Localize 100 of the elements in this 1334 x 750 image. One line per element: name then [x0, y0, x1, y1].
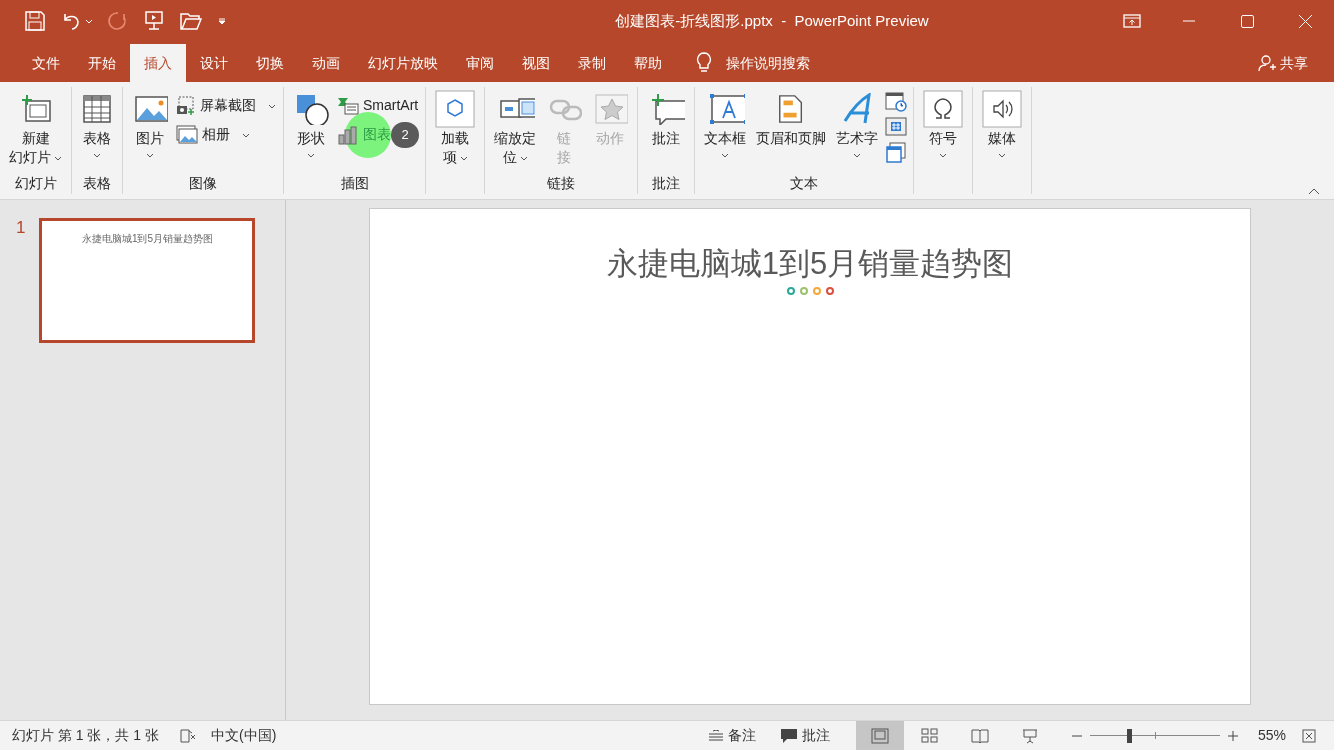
caret-icon: [93, 152, 101, 158]
slide-number-icon: [885, 116, 908, 138]
caret-icon: [307, 152, 315, 158]
step-badge: 2: [391, 122, 419, 148]
group-label: 插图: [340, 173, 369, 193]
group-label: 表格: [83, 173, 111, 193]
collapse-ribbon-icon[interactable]: [1308, 187, 1320, 195]
group-label: 幻灯片: [14, 173, 57, 193]
ribbon-tab[interactable]: 帮助: [620, 44, 676, 82]
ribbon-tab[interactable]: 动画: [298, 44, 354, 82]
caret-icon: [519, 155, 528, 161]
ribbon-button[interactable]: 文本框: [700, 87, 751, 172]
new-slide-icon: [19, 93, 52, 125]
ribbon-tab[interactable]: 录制: [564, 44, 620, 82]
caret-icon: [146, 152, 154, 158]
caret-icon: [54, 155, 62, 161]
ribbon-tab[interactable]: 文件: [18, 44, 74, 82]
search-field[interactable]: 操作说明搜索: [726, 52, 810, 74]
ribbon-icon-button[interactable]: [884, 89, 909, 113]
ribbon-button[interactable]: 媒体: [978, 87, 1027, 172]
thumbnail-title: 永捷电脑城1到5月销量趋势图: [81, 232, 214, 246]
picture-icon: [132, 93, 168, 125]
comment-icon: [779, 727, 798, 744]
view-button[interactable]: [855, 721, 904, 750]
photo-album-icon: [176, 124, 198, 145]
notes-button[interactable]: 备注: [708, 725, 756, 746]
group-label: 文本: [790, 173, 819, 193]
star-icon: [592, 93, 629, 125]
presentation-icon: [143, 10, 165, 32]
ribbon-button[interactable]: 新建 幻灯片: [5, 87, 66, 172]
zoom-in-icon[interactable]: [1227, 730, 1238, 741]
zoom-level[interactable]: 55%: [1257, 725, 1286, 746]
redo-icon: [107, 10, 129, 32]
slide-title: 永捷电脑城1到5月销量趋势图: [606, 245, 1014, 283]
minimize-icon: [1183, 20, 1195, 22]
ribbon-button[interactable]: 页眉和页脚: [752, 87, 831, 172]
caret-icon: [242, 132, 250, 138]
object-icon: [885, 142, 908, 164]
person-icon: [1258, 54, 1276, 72]
group-label: 图像: [189, 173, 217, 193]
ribbon-icon-button[interactable]: [884, 115, 909, 139]
comments-button[interactable]: 批注: [779, 725, 830, 746]
share-button[interactable]: 共享: [1258, 44, 1308, 82]
slide-canvas[interactable]: 永捷电脑城1到5月销量趋势图: [369, 208, 1251, 705]
ribbon-tab[interactable]: 切换: [242, 44, 298, 82]
close-icon: [1298, 14, 1312, 28]
ribbon-button[interactable]: 图片: [128, 87, 172, 172]
slide-thumbnail[interactable]: 永捷电脑城1到5月销量趋势图: [39, 218, 256, 343]
caret-icon: [85, 18, 93, 24]
ribbon-tab[interactable]: 幻灯片放映: [354, 44, 452, 82]
ribbon-button[interactable]: 形状: [289, 87, 333, 172]
maximize-icon: [1240, 14, 1254, 28]
reading-view-icon: [970, 727, 989, 744]
language-status[interactable]: 中文(中国): [211, 725, 277, 746]
notes-icon: [708, 729, 723, 742]
chart-icon: [337, 124, 359, 145]
group-label: 链接: [547, 173, 576, 193]
folder-icon: [179, 10, 203, 32]
ribbon-button[interactable]: 缩放定 位: [490, 87, 541, 172]
smartart-icon: [337, 95, 359, 116]
slide-number: 1: [16, 218, 26, 238]
ribbon-button[interactable]: 表格: [77, 87, 117, 172]
ribbon-tab[interactable]: 开始: [74, 44, 130, 82]
ribbon-small-button[interactable]: 相册: [174, 124, 252, 145]
fit-to-window-icon[interactable]: [1302, 728, 1316, 743]
slideshow-icon: [1020, 727, 1039, 744]
ribbon-button[interactable]: 符号: [919, 87, 968, 172]
caret-icon: [939, 152, 948, 158]
ribbon-tab[interactable]: 设计: [186, 44, 242, 82]
ribbon-small-button[interactable]: 屏幕截图: [174, 95, 278, 116]
normal-view-icon: [870, 727, 889, 744]
date-time-icon: [885, 90, 908, 112]
screenshot-icon: [176, 95, 196, 116]
customize-icon: [217, 16, 227, 26]
window-title: 创建图表-折线图形.pptx - PowerPoint Preview: [615, 10, 929, 31]
ribbon-button[interactable]: 批注: [643, 87, 690, 172]
caret-icon: [853, 152, 862, 158]
slide-info: 幻灯片 第 1 张，共 1 张: [12, 726, 160, 745]
caret-icon: [721, 152, 730, 158]
caret-icon: [459, 155, 468, 161]
save-icon: [24, 10, 46, 32]
ribbon-tab[interactable]: 视图: [508, 44, 564, 82]
accessibility-check-icon[interactable]: [179, 727, 198, 744]
ribbon-button[interactable]: 艺术字: [832, 87, 883, 172]
ribbon-display-icon: [1123, 14, 1141, 28]
ribbon-tab[interactable]: 审阅: [452, 44, 508, 82]
caret-icon: [268, 103, 276, 109]
ribbon-icon-button[interactable]: [884, 141, 909, 165]
ribbon-button[interactable]: 加载 项: [431, 87, 480, 172]
ribbon-tab[interactable]: 插入: [130, 44, 186, 82]
zoom-thumb[interactable]: [1127, 728, 1133, 743]
ribbon-small-button[interactable]: SmartArt: [335, 95, 421, 116]
table-icon: [81, 93, 113, 125]
caret-icon: [998, 152, 1007, 158]
omega-icon: [923, 90, 964, 128]
addins-icon: [435, 90, 476, 128]
zoom-slider[interactable]: [1089, 727, 1220, 744]
speaker-icon: [982, 90, 1023, 128]
group-label: 批注: [652, 173, 681, 193]
grid-view-icon: [920, 727, 939, 744]
